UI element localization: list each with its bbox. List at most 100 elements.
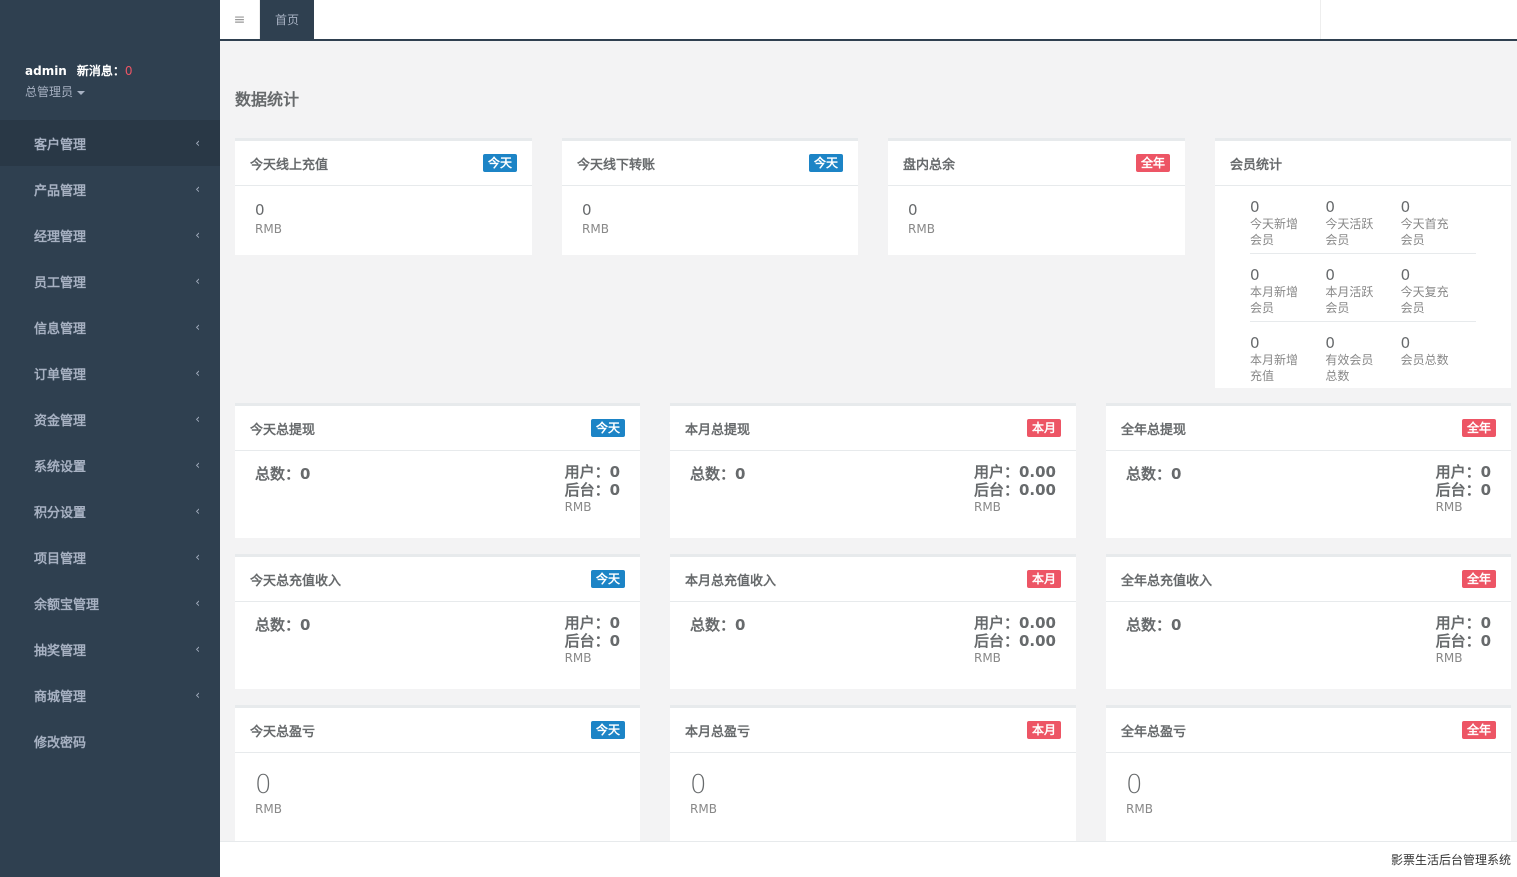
nav-item-customers[interactable]: 客户管理 ‹ — [0, 120, 220, 166]
year-badge: 全年 — [1461, 419, 1496, 437]
nav-item-mall[interactable]: 商城管理 ‹ — [0, 672, 220, 718]
member-stat: 0 今天复充会员 — [1401, 266, 1476, 321]
box-value: 0 — [255, 201, 265, 219]
month-badge: 本月 — [1026, 570, 1061, 588]
member-row: 0 本月新增会员 0 本月活跃会员 0 今天复充会员 — [1250, 254, 1476, 322]
box-title: 全年总提现 — [1121, 422, 1187, 438]
box-unit: RMB — [582, 222, 609, 236]
box-value: 0 — [690, 770, 707, 800]
caret-down-icon — [77, 90, 86, 95]
box-unit: RMB — [1435, 651, 1463, 665]
message-count[interactable]: 0 — [125, 64, 133, 78]
user-amount: 用户：0 — [564, 463, 620, 481]
backend-amount: 后台：0.00 — [973, 632, 1056, 650]
box-unit: RMB — [1435, 500, 1463, 514]
stat-number: 0 — [1250, 266, 1260, 284]
nav-item-staff[interactable]: 员工管理 ‹ — [0, 258, 220, 304]
nav-item-managers[interactable]: 经理管理 ‹ — [0, 212, 220, 258]
menu-toggle-icon[interactable]: ≡ — [220, 0, 260, 39]
message-label: 新消息： — [76, 64, 125, 78]
chevron-left-icon: ‹ — [195, 550, 200, 564]
stat-label: 本月新增会员 — [1250, 285, 1299, 315]
chevron-left-icon: ‹ — [195, 504, 200, 518]
box-unit: RMB — [690, 802, 717, 816]
nav-item-password[interactable]: 修改密码 — [0, 718, 220, 764]
box-today-withdraw: 今天总提现 今天 总数：0 用户：0 后台：0 RMB — [235, 403, 640, 538]
backend-amount: 后台：0 — [1435, 481, 1491, 499]
nav-item-funds[interactable]: 资金管理 ‹ — [0, 396, 220, 442]
box-unit: RMB — [908, 222, 935, 236]
total-count: 总数：0 — [690, 465, 746, 483]
user-amount: 用户：0 — [1435, 614, 1491, 632]
nav-item-label: 资金管理 — [34, 413, 87, 429]
top-right-area — [1320, 0, 1517, 39]
nav-item-products[interactable]: 产品管理 ‹ — [0, 166, 220, 212]
today-badge: 今天 — [590, 721, 625, 739]
member-stat: 0 本月活跃会员 — [1325, 266, 1400, 321]
stat-label: 今天首充会员 — [1400, 217, 1449, 247]
box-title: 本月总提现 — [685, 422, 751, 438]
nav-item-label: 信息管理 — [34, 321, 87, 337]
stat-label: 今天活跃会员 — [1325, 217, 1374, 247]
stat-number: 0 — [1400, 334, 1411, 352]
box-unit: RMB — [1126, 802, 1153, 816]
box-title: 今天线上充值 — [250, 157, 329, 173]
nav-item-label: 产品管理 — [34, 183, 87, 199]
member-stat: 0 本月新增充值 — [1250, 334, 1325, 390]
footer: 影票生活后台管理系统 — [220, 841, 1517, 877]
total-count: 总数：0 — [255, 465, 311, 483]
chevron-left-icon: ‹ — [195, 596, 200, 610]
tab-home[interactable]: 首页 — [260, 0, 314, 39]
role-label: 总管理员 — [25, 85, 74, 99]
backend-amount: 后台：0 — [564, 481, 620, 499]
box-unit: RMB — [255, 222, 282, 236]
profile-block: admin 新消息：0 总管理员 — [0, 0, 220, 120]
nav-item-label: 订单管理 — [34, 367, 87, 383]
nav-item-lottery[interactable]: 抽奖管理 ‹ — [0, 626, 220, 672]
top-bar: ≡ 首页 — [220, 0, 1517, 41]
year-badge: 全年 — [1135, 154, 1170, 172]
box-unit: RMB — [973, 651, 1001, 665]
today-badge: 今天 — [808, 154, 843, 172]
nav-item-system[interactable]: 系统设置 ‹ — [0, 442, 220, 488]
nav-item-projects[interactable]: 项目管理 ‹ — [0, 534, 220, 580]
backend-amount: 后台：0 — [1435, 632, 1491, 650]
member-stat: 0 今天活跃会员 — [1325, 198, 1400, 253]
nav-item-info[interactable]: 信息管理 ‹ — [0, 304, 220, 350]
stat-number: 0 — [1400, 198, 1411, 216]
total-count: 总数：0 — [690, 616, 746, 634]
username[interactable]: admin — [25, 64, 67, 78]
nav-item-balance[interactable]: 余额宝管理 ‹ — [0, 580, 220, 626]
box-year-withdraw: 全年总提现 全年 总数：0 用户：0 后台：0 RMB — [1106, 403, 1511, 538]
member-stat: 0 今天首充会员 — [1401, 198, 1476, 253]
chevron-left-icon: ‹ — [195, 366, 200, 380]
main-content: 数据统计 今天线上充值 今天 0 RMB 今天线下转账 今天 0 RMB 盘内总余 全年 … — [220, 41, 1517, 841]
box-title: 会员统计 — [1230, 157, 1283, 173]
stat-label: 本月新增充值 — [1250, 353, 1299, 383]
stat-number: 0 — [1325, 198, 1335, 216]
nav-item-points[interactable]: 积分设置 ‹ — [0, 488, 220, 534]
box-year-profit: 全年总盈亏 全年 0 RMB — [1106, 705, 1511, 841]
user-amount: 用户：0.00 — [973, 614, 1056, 632]
box-value: 0 — [1126, 770, 1143, 800]
chevron-left-icon: ‹ — [195, 412, 200, 426]
backend-amount: 后台：0.00 — [973, 481, 1056, 499]
stat-number: 0 — [1250, 334, 1260, 352]
box-title: 今天总提现 — [250, 422, 316, 438]
box-title: 本月总充值收入 — [685, 573, 777, 589]
box-month-recharge: 本月总充值收入 本月 总数：0 用户：0.00 后台：0.00 RMB — [670, 554, 1076, 689]
box-value: 0 — [582, 201, 592, 219]
nav-item-label: 项目管理 — [34, 551, 87, 567]
nav-item-orders[interactable]: 订单管理 ‹ — [0, 350, 220, 396]
box-title: 盘内总余 — [903, 157, 956, 173]
nav-item-label: 余额宝管理 — [34, 597, 100, 613]
stat-number: 0 — [1325, 334, 1335, 352]
chevron-left-icon: ‹ — [195, 136, 200, 150]
role-dropdown[interactable]: 总管理员 — [25, 83, 220, 100]
box-today-recharge: 今天总充值收入 今天 总数：0 用户：0 后台：0 RMB — [235, 554, 640, 689]
chevron-left-icon: ‹ — [195, 458, 200, 472]
stat-label: 有效会员总数 — [1325, 353, 1374, 383]
today-badge: 今天 — [590, 570, 625, 588]
side-nav: 客户管理 ‹ 产品管理 ‹ 经理管理 ‹ 员工管理 ‹ 信息管理 ‹ 订单管理 ‹ 资金管理… — [0, 120, 220, 764]
nav-item-label: 员工管理 — [34, 275, 87, 291]
